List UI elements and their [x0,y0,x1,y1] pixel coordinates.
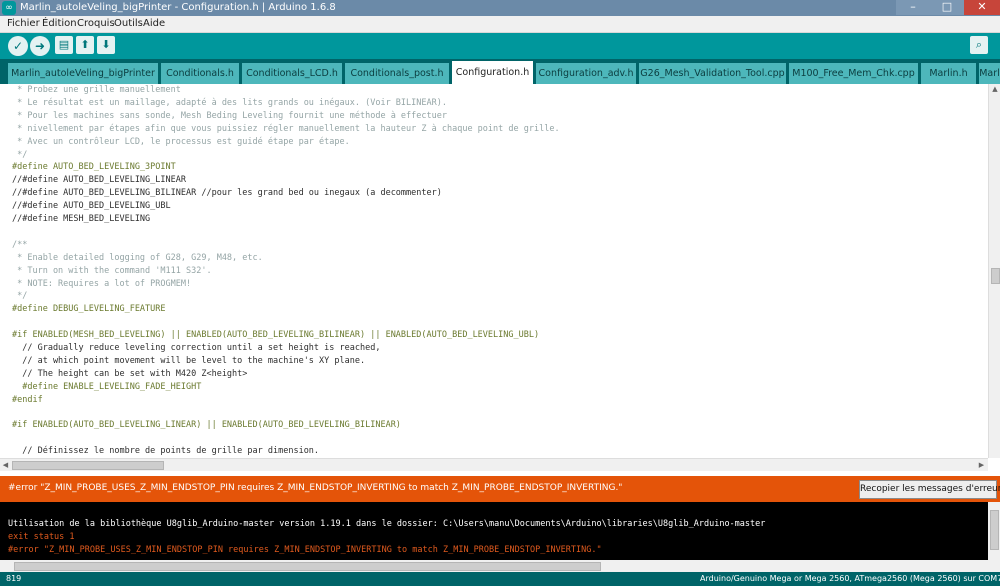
editor-horizontal-scrollbar[interactable]: ◀ ▶ [0,458,988,471]
code-line: // Définissez le nombre de points de gri… [12,446,320,457]
board-port-info: Arduino/Genuino Mega or Mega 2560, ATmeg… [700,574,1000,583]
scroll-thumb[interactable] [14,562,601,571]
copy-error-messages-button[interactable]: Recopier les messages d'erreur [859,480,1000,499]
console-output[interactable]: Utilisation de la bibliothèque U8glib_Ar… [0,502,988,560]
code-line: /** [12,239,28,250]
menu-edition[interactable]: Édition [42,17,77,31]
menu-outils[interactable]: Outils [114,17,143,31]
code-line: //#define AUTO_BED_LEVELING_UBL [12,201,171,212]
serial-monitor-button[interactable]: ⌕ [970,36,988,54]
scroll-thumb[interactable] [12,461,164,470]
code-editor[interactable]: * Probez une grille manuellement * Le ré… [0,84,988,458]
code-line: // at which point movement will be level… [12,355,366,366]
close-button[interactable]: ✕ [964,0,1000,15]
tab-m100-free-mem[interactable]: M100_Free_Mem_Chk.cpp [789,63,918,84]
title-bar: ∞ Marlin_autoleVeling_bigPrinter - Confi… [0,0,1000,17]
code-line: #define AUTO_BED_LEVELING_3POINT [12,162,176,173]
code-line: * Enable detailed logging of G28, G29, M… [12,252,263,263]
minimize-button[interactable]: – [896,0,930,15]
scroll-thumb[interactable] [991,268,1000,284]
verify-button[interactable]: ✓ [8,36,28,56]
code-line: //#define MESH_BED_LEVELING [12,214,151,224]
tab-g26-mesh-validation[interactable]: G26_Mesh_Validation_Tool.cpp [639,63,786,84]
code-line: #endif [12,394,43,405]
new-file-icon: ▤ [58,38,70,51]
scroll-left-icon[interactable]: ◀ [0,459,11,471]
code-line: * NOTE: Requires a lot of PROGMEM! [12,278,192,289]
code-line: //#define AUTO_BED_LEVELING_BILINEAR //p… [12,188,442,199]
code-line: * Turn on with the command 'M111 S32'. [12,265,212,276]
upload-button[interactable]: ➜ [30,36,50,56]
code-line: // Gradually reduce leveling correction … [12,343,381,353]
toolbar: ✓ ➜ ▤ ⬆ ⬇ ⌕ [0,33,1000,59]
line-number: 819 [6,574,22,583]
tab-conditionals-post[interactable]: Conditionals_post.h [345,63,449,84]
error-bar: #error "Z_MIN_PROBE_USES_Z_MIN_ENDSTOP_P… [0,476,1000,502]
console-line: #error "Z_MIN_PROBE_USES_Z_MIN_ENDSTOP_P… [8,545,602,555]
code-line: #define DEBUG_LEVELING_FEATURE [12,304,166,315]
arrow-down-icon: ⬇ [101,38,111,51]
scroll-right-icon[interactable]: ▶ [976,459,987,471]
code-line: * Pour les machines sans sonde, Mesh Bed… [12,110,447,121]
maximize-button[interactable]: □ [930,0,964,15]
editor-vertical-scrollbar[interactable]: ▲ [988,84,1000,458]
menu-bar: Fichier Édition Croquis Outils Aide [0,16,1000,33]
console-line: Utilisation de la bibliothèque U8glib_Ar… [8,519,766,529]
magnifier-icon: ⌕ [975,38,983,51]
scroll-up-icon[interactable]: ▲ [989,84,1000,95]
window-title: Marlin_autoleVeling_bigPrinter - Configu… [20,2,336,13]
tab-configuration-adv[interactable]: Configuration_adv.h [536,63,636,84]
tab-bar: Marlin_autoleVeling_bigPrinter Condition… [0,59,1000,84]
tab-conditionals-lcd[interactable]: Conditionals_LCD.h [242,63,342,84]
save-button[interactable]: ⬇ [97,36,115,54]
arrow-right-icon: ➜ [34,39,46,53]
code-line: // The height can be set with M420 Z<hei… [12,368,248,379]
tab-conditionals[interactable]: Conditionals.h [161,63,239,84]
code-line: //#define AUTO_BED_LEVELING_LINEAR [12,175,186,186]
scroll-thumb[interactable] [990,510,999,550]
console-horizontal-scrollbar[interactable] [0,560,1000,572]
menu-croquis[interactable]: Croquis [77,17,115,31]
arrow-up-icon: ⬆ [80,38,90,51]
status-bar: 819 Arduino/Genuino Mega or Mega 2560, A… [0,572,1000,586]
error-message: #error "Z_MIN_PROBE_USES_Z_MIN_ENDSTOP_P… [8,483,623,493]
open-button[interactable]: ⬆ [76,36,94,54]
tab-overflow[interactable]: Marl [979,63,1000,84]
tab-marlin-h[interactable]: Marlin.h [921,63,976,84]
tab-marlin-sketch[interactable]: Marlin_autoleVeling_bigPrinter [8,63,158,84]
console-line: exit status 1 [8,532,75,542]
code-line: #if ENABLED(MESH_BED_LEVELING) || ENABLE… [12,330,540,341]
menu-aide[interactable]: Aide [143,17,165,31]
arduino-logo-icon: ∞ [2,1,16,15]
tab-configuration[interactable]: Configuration.h [452,61,533,84]
code-line: * Le résultat est un maillage, adapté à … [12,97,447,108]
code-line: */ [12,291,28,302]
code-line: * Probez une grille manuellement [12,85,181,95]
console-vertical-scrollbar[interactable] [988,502,1000,560]
code-line: */ [12,149,28,160]
code-line: #define ENABLE_LEVELING_FADE_HEIGHT [12,381,202,392]
menu-fichier[interactable]: Fichier [7,17,40,31]
new-button[interactable]: ▤ [55,36,73,54]
code-line: * nivellement par étapes afin que vous p… [12,123,560,134]
code-line: #if ENABLED(AUTO_BED_LEVELING_LINEAR) ||… [12,420,401,431]
code-line: * Avec un contrôleur LCD, le processus e… [12,136,350,147]
check-icon: ✓ [12,39,24,53]
